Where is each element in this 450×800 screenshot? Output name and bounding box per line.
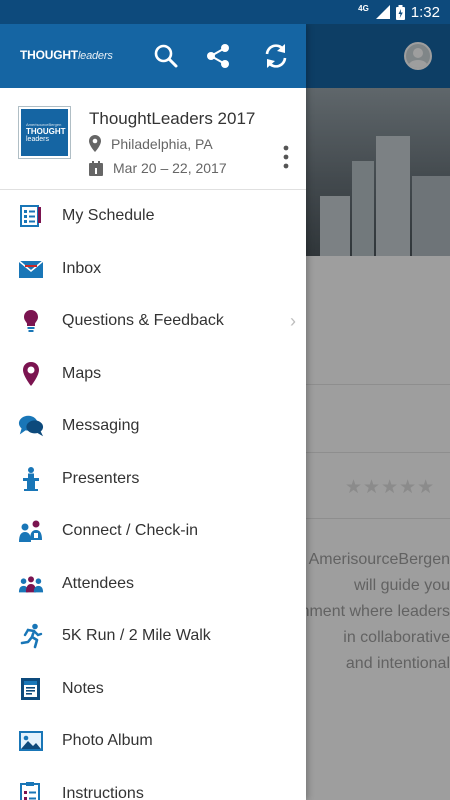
menu-item-inbox[interactable]: Inbox — [0, 243, 306, 296]
connect-icon — [18, 518, 44, 544]
menu-label: Inbox — [62, 259, 102, 277]
menu-item-messaging[interactable]: Messaging — [0, 400, 306, 453]
menu-label: 5K Run / 2 Mile Walk — [62, 627, 211, 645]
chat-icon — [18, 413, 44, 439]
chevron-right-icon: › — [290, 310, 296, 331]
signal-icon — [375, 5, 390, 19]
photo-icon — [18, 728, 44, 754]
network-type: 4G — [358, 3, 369, 13]
menu-label: Questions & Feedback — [62, 312, 224, 330]
menu-label: Presenters — [62, 469, 140, 487]
podium-icon — [18, 466, 44, 492]
menu-label: Notes — [62, 679, 104, 697]
drawer-menu: My Schedule Inbox Questions & Feedback ›… — [0, 190, 306, 800]
menu-label: Attendees — [62, 574, 135, 592]
menu-label: My Schedule — [62, 207, 155, 225]
clipboard-icon — [18, 781, 44, 800]
menu-item-attendees[interactable]: Attendees — [0, 558, 306, 611]
event-title: ThoughtLeaders 2017 — [89, 109, 256, 128]
menu-label: Photo Album — [62, 732, 153, 750]
menu-item-questions-feedback[interactable]: Questions & Feedback › — [0, 295, 306, 348]
people-icon — [18, 571, 44, 597]
schedule-icon — [18, 203, 44, 229]
event-summary[interactable]: AmerisourceBergen THOUGHT leaders Though… — [0, 88, 306, 190]
notes-icon — [18, 676, 44, 702]
event-dates: Mar 20 – 22, 2017 — [89, 160, 227, 176]
menu-item-maps[interactable]: Maps — [0, 348, 306, 401]
menu-label: Connect / Check-in — [62, 522, 199, 540]
lightbulb-icon — [18, 308, 44, 334]
menu-label: Messaging — [62, 417, 140, 435]
battery-icon — [395, 4, 405, 20]
status-bar: 4G 1:32 — [0, 0, 450, 24]
menu-item-5k-run-walk[interactable]: 5K Run / 2 Mile Walk — [0, 610, 306, 663]
refresh-icon[interactable] — [262, 42, 290, 70]
runner-icon — [18, 623, 44, 649]
menu-item-connect-check-in[interactable]: Connect / Check-in — [0, 505, 306, 558]
search-icon[interactable] — [152, 42, 180, 70]
calendar-icon — [89, 160, 103, 176]
event-logo: AmerisourceBergen THOUGHT leaders — [18, 106, 71, 159]
menu-label: Instructions — [62, 784, 144, 800]
menu-item-photo-album[interactable]: Photo Album — [0, 715, 306, 768]
navigation-drawer: THOUGHTleaders AmerisourceBergen THOUGHT… — [0, 24, 306, 800]
map-pin-icon — [18, 361, 44, 387]
clock: 1:32 — [410, 3, 440, 21]
drawer-header: THOUGHTleaders — [0, 24, 306, 88]
menu-item-my-schedule[interactable]: My Schedule — [0, 190, 306, 243]
menu-item-presenters[interactable]: Presenters — [0, 453, 306, 506]
share-icon[interactable] — [204, 42, 232, 70]
event-location: Philadelphia, PA — [89, 135, 213, 152]
menu-item-instructions[interactable]: Instructions — [0, 768, 306, 800]
menu-label: Maps — [62, 364, 102, 382]
inbox-icon — [18, 256, 44, 282]
thoughtleaders-logo: THOUGHTleaders — [20, 48, 113, 62]
more-options-icon[interactable] — [280, 144, 292, 170]
location-pin-icon — [89, 135, 101, 152]
menu-item-notes[interactable]: Notes — [0, 663, 306, 716]
